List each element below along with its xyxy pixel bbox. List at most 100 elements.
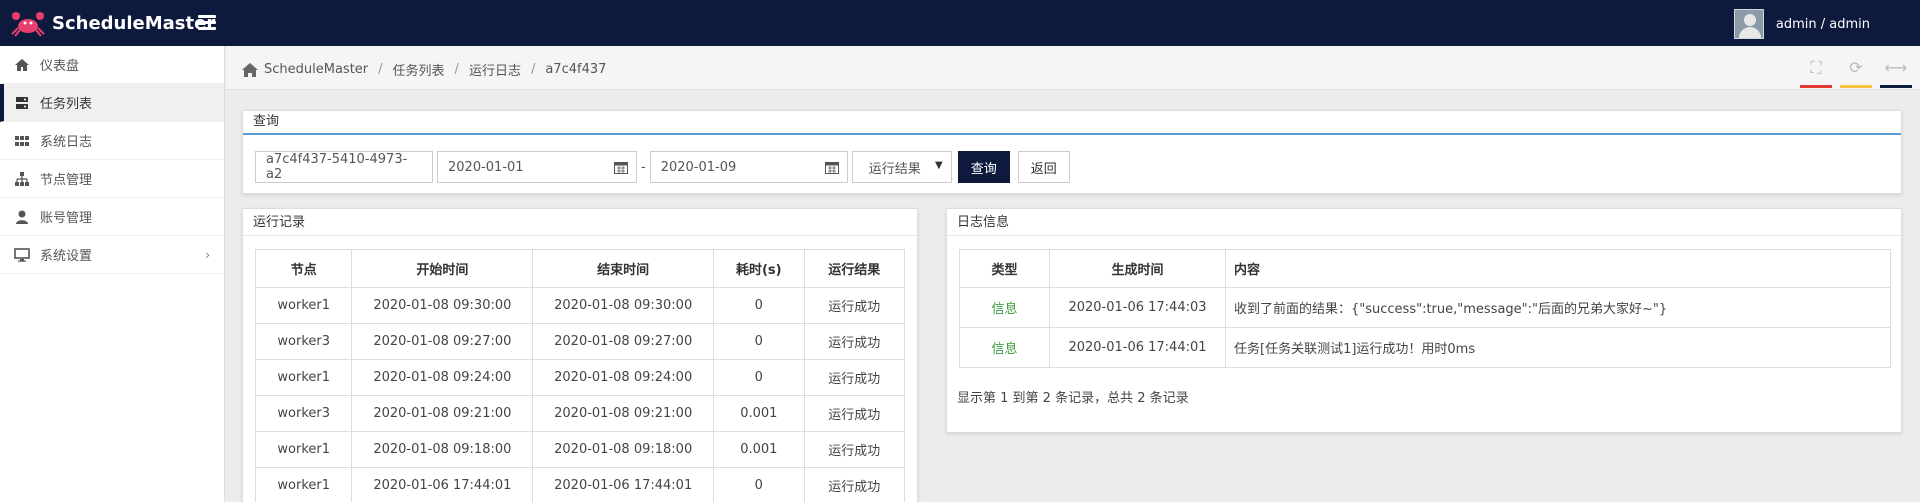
table-row[interactable]: 信息 2020-01-06 17:44:03 收到了前面的结果：{"succes… xyxy=(959,287,1891,328)
sidebar-item-node-management[interactable]: 节点管理 xyxy=(0,160,224,198)
fullscreen-button[interactable]: ⛶ xyxy=(1796,58,1836,88)
cell-content: 收到了前面的结果：{"success":true,"message":"后面的兄… xyxy=(1225,287,1891,328)
user-menu[interactable]: admin / admin xyxy=(1733,9,1870,39)
result-select-value: 运行结果 xyxy=(868,161,921,177)
column-header[interactable]: 生成时间 xyxy=(1049,249,1226,288)
cell-type: 信息 xyxy=(959,327,1050,368)
column-header[interactable]: 类型 xyxy=(959,249,1050,288)
avatar[interactable] xyxy=(1733,9,1764,39)
cell-node: worker1 xyxy=(254,431,353,468)
column-header[interactable]: 开始时间 xyxy=(351,249,534,288)
cell-end-time: 2020-01-08 09:21:00 xyxy=(532,395,715,432)
breadcrumb-bar: ScheduleMaster / 任务列表 / 运行日志 / a7c4f437 … xyxy=(226,46,1920,90)
date-range-separator: - xyxy=(641,159,646,175)
cell-start-time: 2020-01-08 09:27:00 xyxy=(351,323,534,360)
column-header[interactable]: 结束时间 xyxy=(532,249,715,288)
table-row[interactable]: worker3 2020-01-08 09:27:00 2020-01-08 0… xyxy=(254,323,905,360)
breadcrumb-separator: / xyxy=(378,62,383,77)
log-info-panel: 日志信息 类型 生成时间 内容 信息 2020-01-06 17:44:03 收… xyxy=(946,208,1902,433)
cell-duration: 0 xyxy=(713,323,805,360)
table-row[interactable]: worker1 2020-01-08 09:24:00 2020-01-08 0… xyxy=(254,359,905,396)
cell-result: 运行成功 xyxy=(803,359,905,396)
menu-toggle-icon[interactable] xyxy=(198,15,216,31)
cell-result: 运行成功 xyxy=(803,467,905,502)
refresh-button[interactable]: ⟳ xyxy=(1836,58,1876,88)
cell-end-time: 2020-01-08 09:30:00 xyxy=(532,287,715,324)
table-row[interactable]: 信息 2020-01-06 17:44:01 任务[任务关联测试1]运行成功！用… xyxy=(959,327,1891,368)
cell-start-time: 2020-01-06 17:44:01 xyxy=(351,467,534,502)
table-row[interactable]: worker1 2020-01-08 09:18:00 2020-01-08 0… xyxy=(254,431,905,468)
horizontal-arrows-icon: ⟷ xyxy=(1884,58,1908,77)
result-select[interactable]: 运行结果 ▼ xyxy=(851,151,952,183)
top-bar: ScheduleMaster admin / admin xyxy=(0,0,1920,46)
start-date-input[interactable]: 2020-01-01 xyxy=(437,151,637,183)
cell-result: 运行成功 xyxy=(803,323,905,360)
cell-end-time: 2020-01-08 09:27:00 xyxy=(532,323,715,360)
sidebar-item-label: 系统日志 xyxy=(40,135,93,150)
query-panel-title: 查询 xyxy=(243,111,1901,135)
brand-name: ScheduleMaster xyxy=(52,12,216,34)
query-panel: 查询 a7c4f437-5410-4973-a2 2020-01-01 - 20… xyxy=(242,110,1902,194)
sidebar-item-label: 账号管理 xyxy=(40,211,93,226)
user-name: admin / admin xyxy=(1775,16,1870,32)
breadcrumb-item[interactable]: 任务列表 xyxy=(393,60,445,79)
home-icon xyxy=(242,62,258,77)
table-row[interactable]: worker1 2020-01-06 17:44:01 2020-01-06 1… xyxy=(254,467,905,502)
collapse-button[interactable]: ⟷ xyxy=(1876,58,1916,88)
sidebar-item-label: 节点管理 xyxy=(40,173,93,188)
sidebar-item-label: 仪表盘 xyxy=(40,59,80,74)
query-form: a7c4f437-5410-4973-a2 2020-01-01 - 2020-… xyxy=(255,151,1070,183)
sidebar-item-system-settings[interactable]: 系统设置 › xyxy=(0,236,224,274)
tool-color-bar xyxy=(1800,85,1832,88)
back-button[interactable]: 返回 xyxy=(1017,151,1070,183)
cell-start-time: 2020-01-08 09:24:00 xyxy=(351,359,534,396)
sidebar-item-label: 任务列表 xyxy=(40,97,93,112)
fullscreen-icon: ⛶ xyxy=(1810,58,1822,77)
cell-type: 信息 xyxy=(959,287,1050,328)
cell-result: 运行成功 xyxy=(803,287,905,324)
tool-color-bar xyxy=(1880,85,1912,88)
cell-node: worker1 xyxy=(254,287,353,324)
cell-start-time: 2020-01-08 09:18:00 xyxy=(351,431,534,468)
cell-end-time: 2020-01-08 09:18:00 xyxy=(532,431,715,468)
breadcrumb-item[interactable]: ScheduleMaster xyxy=(264,62,368,77)
log-info-table: 类型 生成时间 内容 信息 2020-01-06 17:44:03 收到了前面的… xyxy=(959,249,1891,368)
calendar-icon xyxy=(824,162,839,174)
cell-node: worker3 xyxy=(254,395,353,432)
search-button[interactable]: 查询 xyxy=(957,151,1010,183)
cell-node: worker1 xyxy=(254,467,353,502)
cell-content: 任务[任务关联测试1]运行成功！用时0ms xyxy=(1225,327,1891,368)
cell-node: worker3 xyxy=(254,323,353,360)
run-records-title: 运行记录 xyxy=(243,209,917,236)
logo[interactable]: ScheduleMaster xyxy=(10,8,215,38)
table-row[interactable]: worker3 2020-01-08 09:21:00 2020-01-08 0… xyxy=(254,395,905,432)
table-row[interactable]: worker1 2020-01-08 09:30:00 2020-01-08 0… xyxy=(254,287,905,324)
cell-time: 2020-01-06 17:44:03 xyxy=(1049,287,1226,328)
caret-down-icon: ▼ xyxy=(935,160,943,171)
end-date-input[interactable]: 2020-01-09 xyxy=(649,151,848,183)
column-header[interactable]: 节点 xyxy=(254,249,353,288)
sitemap-icon xyxy=(15,171,29,186)
breadcrumb-separator: / xyxy=(530,62,536,77)
sidebar-item-dashboard[interactable]: 仪表盘 xyxy=(0,46,224,84)
sidebar-item-account-management[interactable]: 账号管理 xyxy=(0,198,224,236)
home-icon xyxy=(15,58,29,71)
cell-end-time: 2020-01-08 09:24:00 xyxy=(532,359,715,396)
column-header[interactable]: 内容 xyxy=(1225,249,1891,288)
tool-color-bar xyxy=(1840,85,1872,88)
user-icon xyxy=(16,210,28,224)
breadcrumb-item[interactable]: 运行日志 xyxy=(469,60,521,79)
task-id-input[interactable]: a7c4f437-5410-4973-a2 xyxy=(255,151,433,183)
cell-start-time: 2020-01-08 09:30:00 xyxy=(351,287,534,324)
sidebar-item-system-log[interactable]: 系统日志 xyxy=(0,122,224,160)
column-header[interactable]: 运行结果 xyxy=(803,249,905,288)
cell-duration: 0.001 xyxy=(713,431,805,468)
sidebar-item-task-list[interactable]: 任务列表 xyxy=(0,84,224,122)
crab-logo-icon xyxy=(11,12,45,37)
breadcrumb: ScheduleMaster / 任务列表 / 运行日志 / a7c4f437 xyxy=(242,60,606,79)
sidebar: 仪表盘 任务列表 系统日志 节点管理 账号管理 系统设置 › xyxy=(0,46,225,502)
cell-duration: 0 xyxy=(713,287,805,324)
log-info-title: 日志信息 xyxy=(947,209,1901,236)
column-header[interactable]: 耗时(s) xyxy=(713,249,805,288)
breadcrumb-separator: / xyxy=(454,62,459,77)
